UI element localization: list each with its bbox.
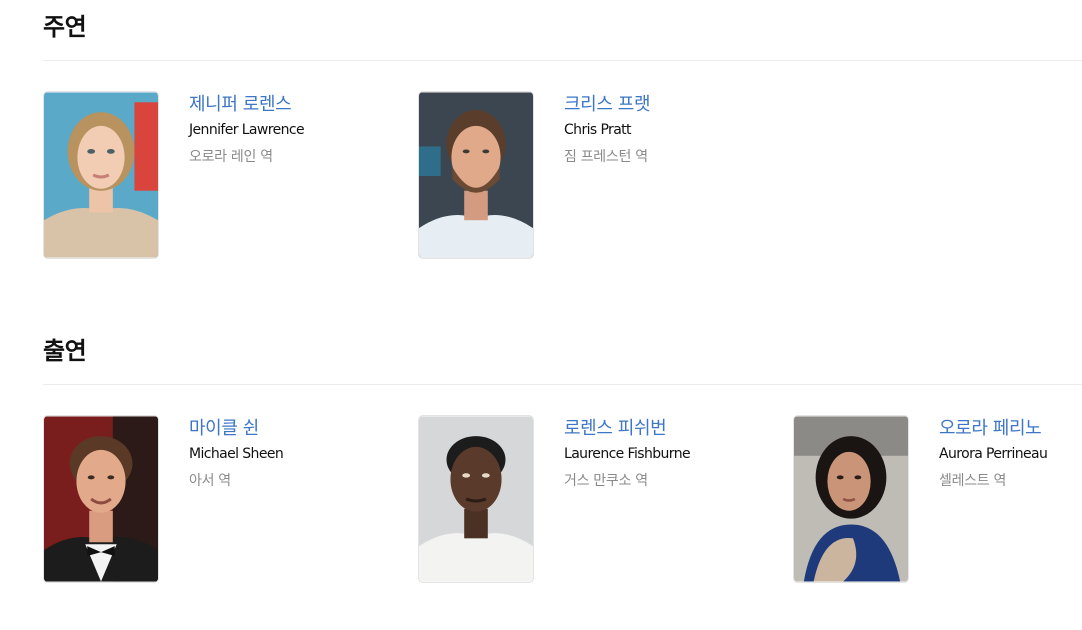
cast-card[interactable]: 크리스 프랫 Chris Pratt 짐 프레스턴 역 [418,91,778,259]
actor-name-en: Aurora Perrineau [939,446,1048,462]
actor-photo[interactable] [43,415,159,583]
section-divider [43,384,1082,385]
actor-photo[interactable] [418,415,534,583]
actor-photo[interactable] [793,415,909,583]
cast-list: 마이클 쉰 Michael Sheen 아서 역 로렌스 피쉬번 Laurenc… [43,415,1082,605]
actor-name-en: Jennifer Lawrence [189,122,305,138]
actor-name-en: Laurence Fishburne [564,446,691,462]
cast-page: 주연 제니퍼 로렌스 Jennifer Lawrence 오로라 레인 역 크리… [0,0,1082,630]
actor-name-ko[interactable]: 제니퍼 로렌스 [189,93,399,117]
supporting-cast-section: 출연 마이클 쉰 Michael Sheen 아서 역 로렌스 피쉬번 Laur… [43,332,1082,605]
role-name: 아서 역 [189,473,231,489]
cast-card[interactable]: 마이클 쉰 Michael Sheen 아서 역 [43,415,403,583]
section-divider [43,60,1082,61]
actor-name-ko[interactable]: 마이클 쉰 [189,417,399,441]
actor-photo[interactable] [43,91,159,259]
role-name: 거스 만쿠소 역 [564,473,648,489]
cast-info: 오로라 페리노 Aurora Perrineau 셀레스트 역 [939,417,1082,491]
actor-name-en: Chris Pratt [564,122,632,138]
cast-info: 크리스 프랫 Chris Pratt 짐 프레스턴 역 [564,93,774,167]
lead-cast-section: 주연 제니퍼 로렌스 Jennifer Lawrence 오로라 레인 역 크리… [43,8,1082,281]
cast-card[interactable]: 로렌스 피쉬번 Laurence Fishburne 거스 만쿠소 역 [418,415,778,583]
role-name: 셀레스트 역 [939,473,1007,489]
actor-photo-image [794,416,908,582]
cast-card[interactable]: 제니퍼 로렌스 Jennifer Lawrence 오로라 레인 역 [43,91,403,259]
cast-info: 로렌스 피쉬번 Laurence Fishburne 거스 만쿠소 역 [564,417,774,491]
actor-photo-image [44,92,158,258]
actor-name-ko[interactable]: 오로라 페리노 [939,417,1082,441]
actor-name-ko[interactable]: 로렌스 피쉬번 [564,417,774,441]
role-name: 오로라 레인 역 [189,149,273,165]
actor-photo-image [44,416,158,582]
cast-info: 마이클 쉰 Michael Sheen 아서 역 [189,417,399,491]
actor-name-en: Michael Sheen [189,446,284,462]
cast-card[interactable]: 오로라 페리노 Aurora Perrineau 셀레스트 역 [793,415,1082,583]
actor-photo-image [419,92,533,258]
actor-name-ko[interactable]: 크리스 프랫 [564,93,774,117]
section-title: 출연 [43,337,87,365]
role-name: 짐 프레스턴 역 [564,149,648,165]
cast-info: 제니퍼 로렌스 Jennifer Lawrence 오로라 레인 역 [189,93,399,167]
actor-photo[interactable] [418,91,534,259]
section-title: 주연 [43,13,87,41]
actor-photo-image [419,416,533,582]
cast-list: 제니퍼 로렌스 Jennifer Lawrence 오로라 레인 역 크리스 프… [43,91,1082,281]
